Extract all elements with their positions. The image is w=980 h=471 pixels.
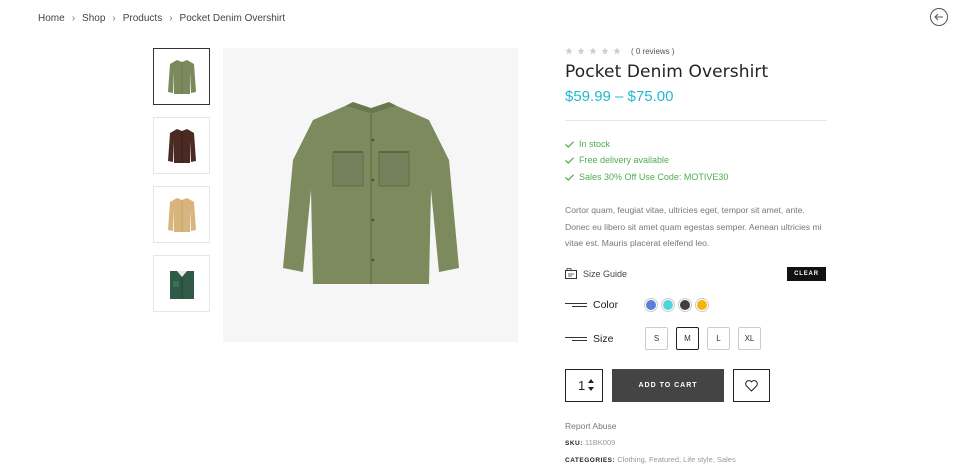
sku-label: SKU:: [565, 440, 583, 447]
shirt-image: [167, 197, 196, 232]
color-swatch-blue[interactable]: [645, 299, 657, 311]
product-title: Pocket Denim Overshirt: [565, 62, 769, 82]
chevron-right-icon: ›: [112, 12, 116, 24]
star-icon: [589, 47, 597, 55]
shirt-image: [167, 128, 196, 163]
caret-up-icon[interactable]: [588, 379, 594, 383]
check-icon: [565, 140, 574, 148]
categories-row: CATEGORIES: Clothing, Featured, Life sty…: [565, 455, 736, 464]
feature-label: Free delivery available: [579, 155, 670, 165]
star-icon: [613, 47, 621, 55]
size-button-m[interactable]: M: [676, 327, 699, 350]
size-button-xl[interactable]: XL: [738, 327, 761, 350]
chevron-right-icon: ›: [71, 12, 76, 24]
category-link[interactable]: Sales: [717, 455, 736, 464]
feature-label: In stock: [579, 139, 611, 149]
check-icon: [565, 173, 574, 181]
color-swatch-cyan[interactable]: [662, 299, 674, 311]
star-icon: [601, 47, 609, 55]
back-button[interactable]: [930, 8, 948, 26]
clear-button[interactable]: CLEAR: [787, 267, 826, 281]
product-price: $59.99 – $75.00: [565, 88, 674, 105]
quantity-value: 1: [578, 378, 586, 393]
size-guide-icon: [565, 268, 577, 279]
size-label: Size: [593, 332, 614, 345]
size-button-l[interactable]: L: [707, 327, 730, 350]
decorative-line: [565, 302, 587, 308]
star-icon: [565, 47, 573, 55]
decorative-line: [565, 336, 587, 342]
sku-row: SKU: 11BK009: [565, 438, 615, 447]
main-product-image: [223, 48, 518, 342]
shirt-image: [167, 59, 196, 94]
shirt-image: [282, 102, 459, 284]
quantity-arrows: [588, 379, 594, 391]
size-selector: Size S M L XL: [565, 327, 769, 350]
color-selector: Color: [565, 299, 713, 311]
thumbnail-olive-shirt[interactable]: [153, 48, 210, 105]
feature-in-stock: In stock: [565, 139, 610, 149]
size-guide-label: Size Guide: [583, 268, 628, 279]
sku-value: 11BK009: [584, 438, 616, 447]
heart-icon: [745, 379, 758, 392]
thumbnail-brown-shirt[interactable]: [153, 117, 210, 174]
breadcrumb-shop[interactable]: Shop: [82, 13, 105, 24]
category-link[interactable]: Life style: [683, 455, 713, 464]
reviews-link[interactable]: ( 0 reviews ): [631, 47, 675, 56]
size-button-s[interactable]: S: [645, 327, 668, 350]
size-guide-link[interactable]: Size Guide: [565, 268, 627, 279]
wishlist-button[interactable]: [733, 369, 770, 402]
breadcrumb: Home › Shop › Products › Pocket Denim Ov…: [38, 11, 285, 25]
categories-label: CATEGORIES:: [565, 457, 616, 464]
add-to-cart-button[interactable]: ADD TO CART: [612, 369, 724, 402]
caret-down-icon[interactable]: [588, 387, 594, 391]
feature-free-delivery: Free delivery available: [565, 155, 669, 165]
breadcrumb-home[interactable]: Home: [38, 13, 65, 24]
quantity-stepper[interactable]: 1: [565, 369, 603, 402]
divider: [565, 120, 827, 121]
check-icon: [565, 156, 574, 164]
breadcrumb-products[interactable]: Products: [123, 13, 162, 24]
product-description: Cortor quam, feugiat vitae, ultricies eg…: [565, 205, 822, 248]
color-label: Color: [593, 299, 619, 311]
thumbnail-green-folded-shirt[interactable]: [153, 255, 210, 312]
category-link[interactable]: Featured: [649, 455, 679, 464]
color-swatch-black[interactable]: [679, 299, 691, 311]
arrow-left-icon: [934, 13, 943, 21]
color-swatch-yellow[interactable]: [696, 299, 708, 311]
thumbnail-tan-shirt[interactable]: [153, 186, 210, 243]
folded-shirt-image: [169, 270, 194, 299]
category-link[interactable]: Clothing: [617, 455, 645, 464]
report-abuse-link[interactable]: Report Abuse: [565, 421, 617, 431]
rating: ( 0 reviews ): [565, 46, 675, 56]
star-icon: [577, 47, 585, 55]
breadcrumb-current: Pocket Denim Overshirt: [179, 12, 286, 24]
feature-label: Sales 30% Off Use Code: MOTIVE30: [579, 172, 729, 182]
chevron-right-icon: ›: [169, 12, 173, 24]
feature-sale-code: Sales 30% Off Use Code: MOTIVE30: [565, 172, 728, 182]
